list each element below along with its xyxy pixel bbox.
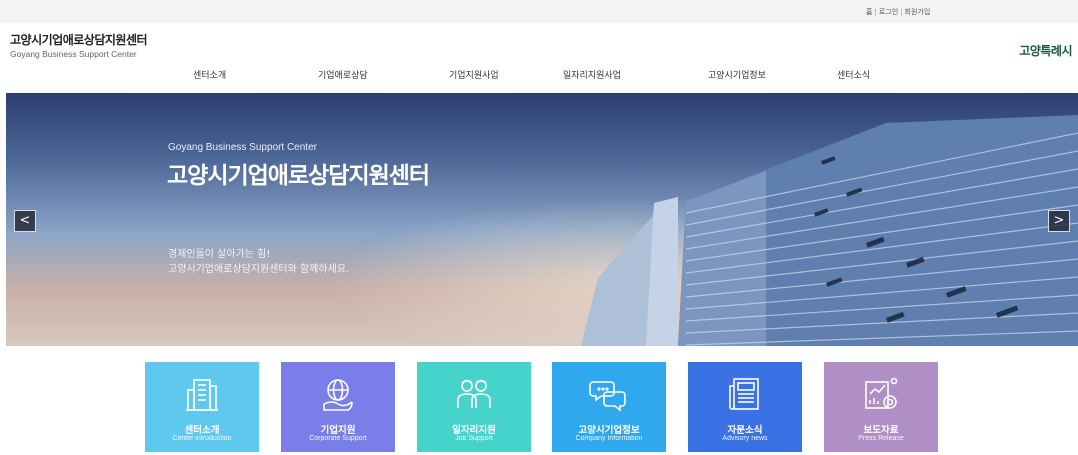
logo-name-korean: 고양시기업애로상담지원센터 bbox=[10, 33, 148, 47]
tile-company-info[interactable]: 고양시기업정보 Company Information bbox=[552, 362, 666, 452]
tile-subtitle: Company Information bbox=[575, 435, 643, 442]
utility-links: 홈 | 로그인 | 회원가입 bbox=[866, 7, 930, 17]
tile-center-intro[interactable]: 센터소개 Center introduction bbox=[145, 362, 259, 452]
main-navigation: 센터소개 기업애로상담 기업지원사업 일자리지원사업 고양시기업정보 센터소식 bbox=[0, 68, 1078, 86]
home-link[interactable]: 홈 bbox=[866, 8, 872, 16]
nav-business-consulting[interactable]: 기업애로상담 bbox=[318, 68, 368, 81]
logo-name-english: Goyang Business Support Center bbox=[10, 49, 137, 59]
tile-subtitle: Press Release bbox=[858, 435, 904, 442]
quick-menu: 센터소개 Center introduction 기업지원 Corporate … bbox=[0, 362, 1078, 452]
site-logo[interactable]: 고양시기업애로상담지원센터 Goyang Business Support Ce… bbox=[10, 31, 148, 59]
nav-job-support[interactable]: 일자리지원사업 bbox=[563, 68, 621, 81]
tile-title: 일자리지원 bbox=[452, 425, 496, 436]
top-utility-bar: 홈 | 로그인 | 회원가입 bbox=[0, 0, 1078, 23]
tile-title: 기업지원 bbox=[320, 425, 356, 436]
separator: | bbox=[874, 8, 877, 16]
hero-eyebrow: Goyang Business Support Center bbox=[168, 142, 317, 153]
globe-hand-icon bbox=[323, 379, 353, 411]
tile-subtitle: Center introduction bbox=[172, 435, 232, 442]
report-icon bbox=[865, 377, 898, 409]
tile-advisory-news[interactable]: 자문소식 Advisory news bbox=[688, 362, 802, 452]
tile-press-release[interactable]: 보도자료 Press Release bbox=[824, 362, 938, 452]
signup-link[interactable]: 회원가입 bbox=[905, 8, 931, 16]
tile-title: 보도자료 bbox=[863, 425, 899, 436]
nav-center-news[interactable]: 센터소식 bbox=[837, 68, 870, 81]
tile-subtitle: Advisory news bbox=[722, 435, 768, 442]
slider-prev-button[interactable]: < bbox=[14, 210, 36, 232]
chat-bubbles-icon bbox=[589, 381, 626, 412]
skyscraper-image bbox=[581, 115, 1078, 346]
tile-job-support[interactable]: 일자리지원 Job Support bbox=[417, 362, 531, 452]
slider-next-button[interactable]: > bbox=[1048, 210, 1070, 232]
hero-subtext: 경제인들이 살아가는 힘! 고양시기업애로상담지원센터와 함께하세요. bbox=[168, 247, 349, 277]
login-link[interactable]: 로그인 bbox=[879, 8, 898, 16]
hero-headline: 고양시기업애로상담지원센터 bbox=[167, 163, 430, 189]
tile-title: 자문소식 bbox=[727, 425, 763, 436]
nav-business-support[interactable]: 기업지원사업 bbox=[449, 68, 499, 81]
tile-title: 고양시기업정보 bbox=[578, 425, 640, 436]
newspaper-icon bbox=[729, 378, 759, 410]
tile-title: 센터소개 bbox=[184, 425, 220, 436]
separator: | bbox=[900, 8, 903, 16]
hero-subtext-line1: 경제인들이 살아가는 힘! bbox=[168, 249, 271, 260]
hero-subtext-line2: 고양시기업애로상담지원센터와 함께하세요. bbox=[168, 264, 350, 275]
goyang-city-logo[interactable]: 고양특례시 bbox=[1019, 42, 1072, 59]
nav-center-intro[interactable]: 센터소개 bbox=[193, 68, 226, 81]
hero-banner: Goyang Business Support Center 고양시기업애로상담… bbox=[6, 93, 1078, 346]
tile-subtitle: Corporate Support bbox=[309, 435, 367, 442]
tile-corporate-support[interactable]: 기업지원 Corporate Support bbox=[281, 362, 395, 452]
nav-company-info[interactable]: 고양시기업정보 bbox=[708, 68, 766, 81]
tile-subtitle: Job Support bbox=[455, 435, 493, 442]
building-icon bbox=[186, 379, 218, 411]
workers-icon bbox=[457, 379, 491, 408]
